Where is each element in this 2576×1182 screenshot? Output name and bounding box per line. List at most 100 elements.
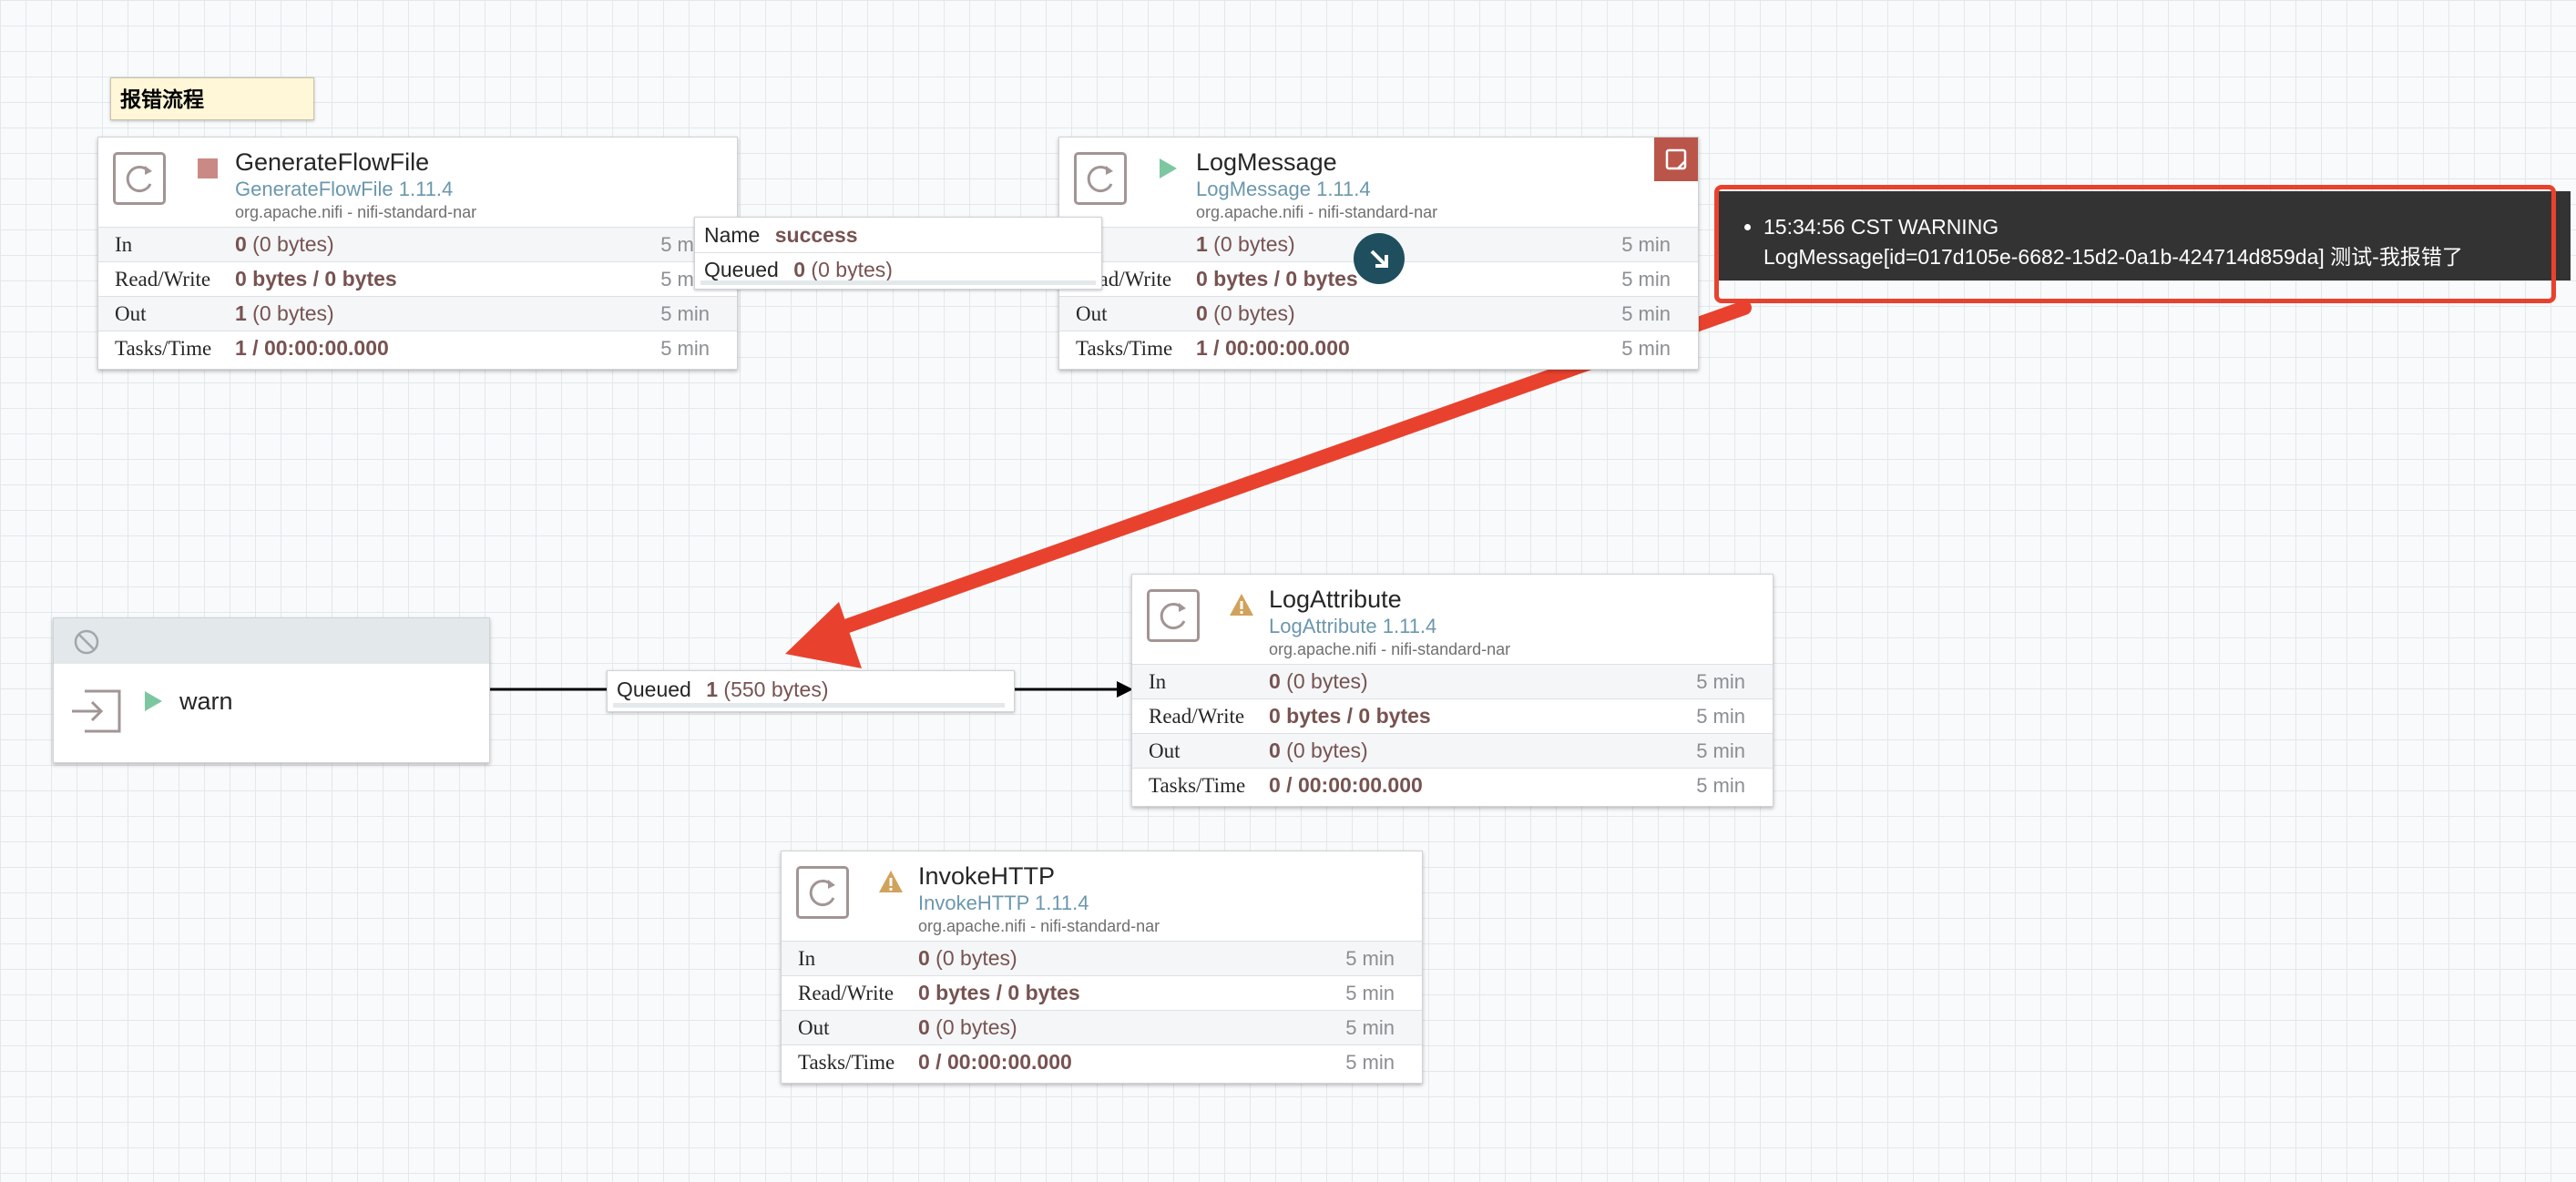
connection-label-success[interactable]: Name success Queued 0 (0 bytes) xyxy=(694,217,1102,290)
flow-label[interactable]: 报错流程 xyxy=(110,77,314,120)
stat-value-strong: 1 / 00:00:00.000 xyxy=(235,336,389,360)
stat-key: In xyxy=(115,232,133,256)
stat-value-rest: (0 bytes) xyxy=(1280,739,1368,762)
stat-value-strong: 0 bytes / 0 bytes xyxy=(1196,267,1358,290)
stat-value-rest: (0 bytes) xyxy=(929,946,1017,970)
stat-row-out: Out 0 (0 bytes) 5 min xyxy=(782,1010,1422,1044)
queued-size: (0 bytes) xyxy=(805,258,893,281)
running-icon[interactable] xyxy=(143,690,163,712)
stat-row-out: Out 0 (0 bytes) 5 min xyxy=(1059,296,1698,331)
processor-type: GenerateFlowFile 1.11.4 xyxy=(235,178,454,200)
stat-value-strong: 0 / 00:00:00.000 xyxy=(918,1050,1072,1074)
stat-value: 0 / 00:00:00.000 xyxy=(918,1050,1072,1075)
stat-time: 5 min xyxy=(660,336,710,360)
stat-value: 0 (0 bytes) xyxy=(235,232,334,257)
stat-value: 0 bytes / 0 bytes xyxy=(918,981,1080,1005)
queue-progress-bar xyxy=(613,703,1005,708)
stat-value-strong: 0 xyxy=(918,946,930,970)
stat-time: 5 min xyxy=(1345,981,1395,1004)
queued-key: Queued xyxy=(617,678,691,701)
queued-count: 1 xyxy=(706,678,719,701)
processor-invokehttp[interactable]: InvokeHTTP InvokeHTTP 1.11.4 org.apache.… xyxy=(781,851,1423,1084)
stat-time: 5 min xyxy=(1696,669,1745,693)
stat-value-strong: 0 xyxy=(1196,301,1208,325)
stat-value-strong: 1 xyxy=(1196,232,1208,256)
processor-bundle: org.apache.nifi - nifi-standard-nar xyxy=(235,203,477,221)
stat-value-rest: (0 bytes) xyxy=(1207,301,1295,325)
stopped-icon[interactable] xyxy=(198,158,218,178)
stat-key: Read/Write xyxy=(798,981,894,1004)
stat-time: 5 min xyxy=(1696,704,1745,728)
stat-key: Tasks/Time xyxy=(115,336,212,360)
processor-bundle: org.apache.nifi - nifi-standard-nar xyxy=(1196,203,1438,221)
stat-row-tasks: Tasks/Time 0 / 00:00:00.000 5 min xyxy=(782,1044,1422,1079)
stat-key: Read/Write xyxy=(1149,704,1245,728)
stat-time: 5 min xyxy=(1621,267,1671,290)
stat-value-rest: (0 bytes) xyxy=(246,232,334,256)
stat-value: 1 (0 bytes) xyxy=(235,301,334,326)
stat-key: Out xyxy=(798,1015,830,1039)
stat-row-in: In 0 (0 bytes) 5 min xyxy=(782,941,1422,975)
stat-time: 5 min xyxy=(1345,1015,1395,1039)
stat-value: 0 / 00:00:00.000 xyxy=(1269,773,1423,798)
queue-progress-bar xyxy=(700,280,1096,285)
stat-time: 5 min xyxy=(1621,301,1671,325)
processor-bundle: org.apache.nifi - nifi-standard-nar xyxy=(1269,640,1511,658)
stat-value-rest: (0 bytes) xyxy=(929,1015,1017,1039)
annotation-arrowhead xyxy=(785,602,862,668)
connection-label-warn[interactable]: Queued 1 (550 bytes) xyxy=(607,670,1015,712)
processor-type: LogMessage 1.11.4 xyxy=(1196,178,1371,200)
stat-value: 1 / 00:00:00.000 xyxy=(1196,336,1350,361)
stat-value: 1 (0 bytes) xyxy=(1196,232,1295,257)
processor-type: LogAttribute 1.11.4 xyxy=(1269,615,1437,637)
processor-name: LogMessage xyxy=(1196,148,1337,176)
processor-generateflowfile[interactable]: GenerateFlowFile GenerateFlowFile 1.11.4… xyxy=(97,137,738,370)
stat-key: In xyxy=(1149,669,1167,693)
stat-row-in: In 0 (0 bytes) 5 min xyxy=(1132,664,1773,698)
stat-value: 0 bytes / 0 bytes xyxy=(235,267,397,291)
warning-icon[interactable] xyxy=(878,870,904,893)
stat-row-out: Out 1 (0 bytes) 5 min xyxy=(98,296,737,331)
stat-row-out: Out 0 (0 bytes) 5 min xyxy=(1132,733,1773,768)
warning-icon[interactable] xyxy=(1229,593,1254,616)
connection-name-key: Name xyxy=(704,223,761,247)
stat-value-strong: 1 xyxy=(235,301,247,325)
stat-value-strong: 0 bytes / 0 bytes xyxy=(918,981,1080,1004)
bulletin-icon[interactable] xyxy=(1654,138,1698,181)
processor-bundle: org.apache.nifi - nifi-standard-nar xyxy=(918,917,1160,935)
stat-row-readwrite: Read/Write 0 bytes / 0 bytes 5 min xyxy=(98,261,737,296)
stat-key: Out xyxy=(115,301,147,325)
queued-size: (550 bytes) xyxy=(718,678,829,701)
port-name: warn xyxy=(179,688,233,715)
stat-value-strong: 1 / 00:00:00.000 xyxy=(1196,336,1350,360)
stat-row-in: In 0 (0 bytes) 5 min xyxy=(98,227,737,261)
input-port-icon xyxy=(72,689,121,733)
stat-key: Out xyxy=(1076,301,1108,325)
processor-name: LogAttribute xyxy=(1269,586,1402,613)
stat-value: 0 (0 bytes) xyxy=(918,946,1017,971)
stat-value: 0 bytes / 0 bytes xyxy=(1196,267,1358,291)
processor-icon xyxy=(113,152,166,205)
running-icon[interactable] xyxy=(1158,158,1178,178)
stat-row-tasks: Tasks/Time 1 / 00:00:00.000 5 min xyxy=(98,331,737,365)
stat-time: 5 min xyxy=(1696,739,1745,762)
stat-value-strong: 0 bytes / 0 bytes xyxy=(1269,704,1431,728)
stat-key: Read/Write xyxy=(115,267,211,290)
stat-value: 0 (0 bytes) xyxy=(1269,669,1368,694)
stat-value-strong: 0 xyxy=(1269,669,1281,693)
stat-value-strong: 0 xyxy=(918,1015,930,1039)
stat-time: 5 min xyxy=(1345,946,1395,970)
stat-value: 0 bytes / 0 bytes xyxy=(1269,704,1431,729)
stat-row-readwrite: Read/Write 0 bytes / 0 bytes 5 min xyxy=(782,975,1422,1010)
stat-key: Tasks/Time xyxy=(798,1050,895,1074)
move-cursor-icon xyxy=(1354,233,1405,284)
processor-logattribute[interactable]: LogAttribute LogAttribute 1.11.4 org.apa… xyxy=(1131,574,1774,807)
transmission-disabled-icon xyxy=(74,629,99,655)
stat-time: 5 min xyxy=(1696,773,1745,797)
stat-time: 5 min xyxy=(660,301,710,325)
input-port-warn[interactable]: warn xyxy=(53,617,490,763)
queued-count: 0 xyxy=(793,258,806,281)
stat-row-tasks: Tasks/Time 0 / 00:00:00.000 5 min xyxy=(1132,768,1773,802)
stat-key: Out xyxy=(1149,739,1181,762)
stat-value: 1 / 00:00:00.000 xyxy=(235,336,389,361)
